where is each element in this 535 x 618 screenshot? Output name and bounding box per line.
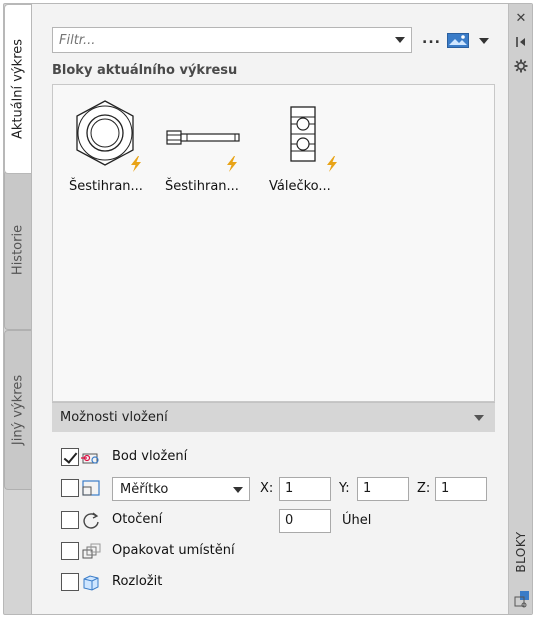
more-options-button[interactable]: ... bbox=[422, 31, 441, 47]
repeat-row: Opakovat umístění bbox=[61, 540, 361, 562]
view-dropdown-icon[interactable] bbox=[479, 38, 489, 44]
section-title: Bloky aktuálního výkresu bbox=[52, 63, 238, 78]
tab-other-drawing-label: Jiný výkres bbox=[10, 374, 26, 446]
repeat-placement-icon bbox=[82, 543, 101, 559]
scale-icon bbox=[82, 480, 100, 496]
scale-z-input[interactable]: 1 bbox=[435, 477, 487, 501]
explode-label: Rozložit bbox=[112, 574, 163, 589]
dynamic-block-icon bbox=[327, 156, 337, 172]
rotation-row: Otočení 0 Úhel bbox=[61, 509, 391, 533]
block-item[interactable]: Šestihran... bbox=[165, 97, 257, 197]
insert-options-panel: Bod vložení Měřítko X: 1 Y: 1 Z: 1 Otoče… bbox=[52, 432, 495, 600]
scale-y-input[interactable]: 1 bbox=[357, 477, 409, 501]
blocks-gallery: Šestihran... Šestihran... Válečko... bbox=[52, 84, 495, 402]
repeat-label: Opakovat umístění bbox=[112, 543, 235, 558]
insertion-point-label: Bod vložení bbox=[112, 449, 188, 464]
angle-label: Úhel bbox=[342, 513, 372, 528]
scale-checkbox[interactable] bbox=[61, 479, 79, 497]
repeat-checkbox[interactable] bbox=[61, 542, 79, 560]
scale-mode-value: Měřítko bbox=[120, 482, 169, 497]
insert-options-title: Možnosti vložení bbox=[60, 410, 168, 425]
tab-current-drawing-label: Aktuální výkres bbox=[10, 38, 26, 140]
palette-title: BLOKY bbox=[511, 528, 531, 576]
filter-field[interactable] bbox=[52, 27, 412, 53]
thumbnail-view-icon[interactable] bbox=[447, 33, 469, 48]
block-item[interactable]: Šestihran... bbox=[69, 97, 161, 197]
filter-dropdown-icon[interactable] bbox=[395, 37, 405, 43]
tab-other-drawing[interactable]: Jiný výkres bbox=[4, 330, 31, 490]
block-name: Šestihran... bbox=[165, 179, 239, 194]
explode-icon bbox=[83, 575, 99, 591]
blocks-palette: Aktuální výkres Historie Jiný výkres ...… bbox=[3, 3, 533, 615]
tab-history[interactable]: Historie bbox=[4, 170, 31, 330]
x-label: X: bbox=[260, 481, 274, 496]
collapse-icon[interactable] bbox=[474, 415, 484, 421]
rotation-label: Otočení bbox=[112, 512, 163, 527]
block-item[interactable]: Válečko... bbox=[269, 97, 361, 197]
insertion-point-icon bbox=[81, 453, 99, 464]
dynamic-block-icon bbox=[131, 156, 141, 172]
scale-mode-dropdown-icon bbox=[233, 487, 243, 493]
angle-input[interactable]: 0 bbox=[279, 509, 331, 533]
tab-current-drawing[interactable]: Aktuální výkres bbox=[4, 4, 31, 174]
insert-options-header[interactable]: Možnosti vložení bbox=[52, 402, 495, 432]
tab-history-label: Historie bbox=[10, 224, 26, 276]
scale-row: Měřítko X: 1 Y: 1 Z: 1 bbox=[61, 477, 491, 501]
autohide-icon[interactable] bbox=[513, 34, 529, 50]
rotate-icon bbox=[83, 512, 99, 529]
rotation-checkbox[interactable] bbox=[61, 511, 79, 529]
block-name: Válečko... bbox=[269, 179, 331, 194]
scale-mode-select[interactable]: Měřítko bbox=[112, 477, 250, 501]
block-name: Šestihran... bbox=[69, 179, 143, 194]
y-label: Y: bbox=[339, 481, 350, 496]
palette-title-text: BLOKY bbox=[514, 531, 528, 573]
explode-checkbox[interactable] bbox=[61, 573, 79, 591]
settings-icon[interactable] bbox=[513, 58, 529, 74]
dynamic-block-icon bbox=[227, 156, 237, 172]
insertion-point-row: Bod vložení bbox=[61, 446, 361, 468]
explode-row: Rozložit bbox=[61, 571, 361, 593]
scale-x-input[interactable]: 1 bbox=[279, 477, 331, 501]
filter-input[interactable] bbox=[53, 28, 383, 52]
blocks-palette-icon bbox=[514, 591, 529, 608]
insertion-point-checkbox[interactable] bbox=[61, 448, 79, 466]
palette-titlebar[interactable]: ✕ BLOKY bbox=[508, 4, 532, 614]
close-icon[interactable]: ✕ bbox=[513, 10, 529, 26]
main-panel: ... Bloky aktuálního výkresu Šestihran bbox=[31, 4, 509, 614]
z-label: Z: bbox=[417, 481, 431, 496]
